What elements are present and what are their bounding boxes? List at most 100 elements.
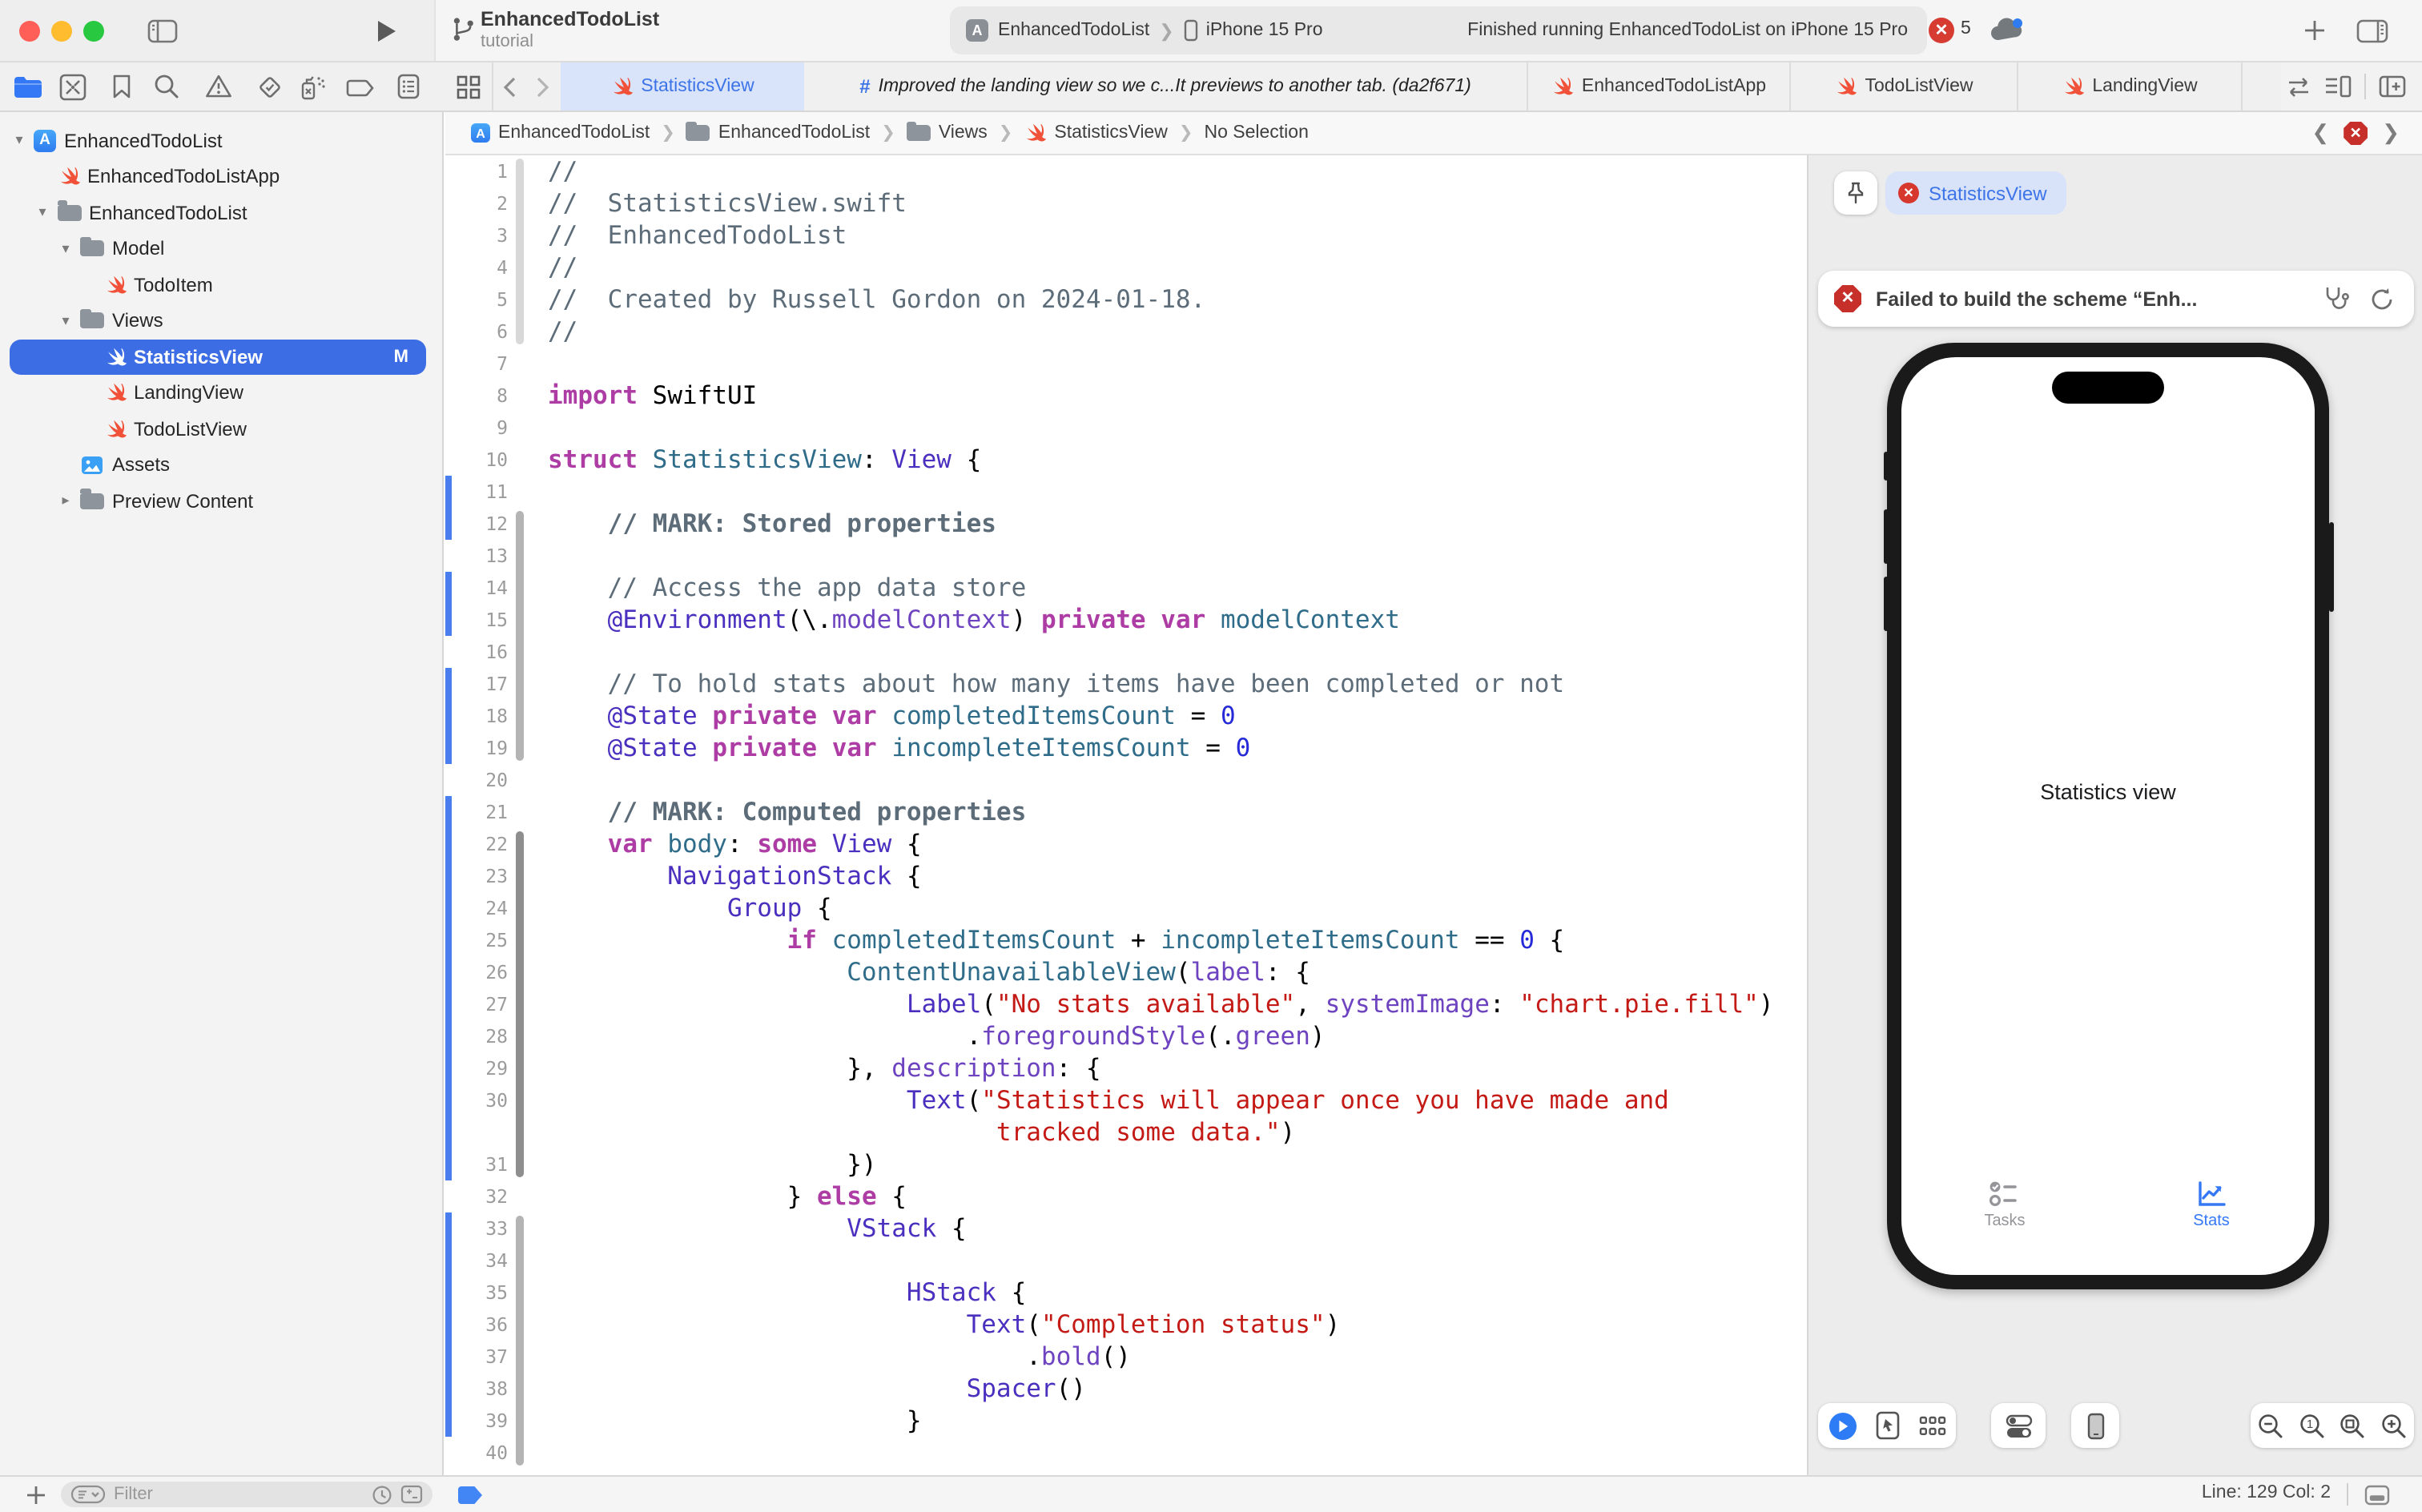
project-navigator-button[interactable] [8, 67, 46, 106]
cloud-sync-icon[interactable] [1990, 16, 2025, 43]
code-line-10[interactable]: 10struct StatisticsView: View { [445, 444, 1807, 476]
editor-options-icon[interactable] [2324, 75, 2352, 98]
phone-tab-stats[interactable]: Stats [2108, 1180, 2315, 1230]
code-line-34[interactable]: 34 [445, 1245, 1807, 1277]
code-line-3[interactable]: 3// EnhancedTodoList [445, 219, 1807, 251]
code-line-18[interactable]: 18 @State private var completedItemsCoun… [445, 700, 1807, 732]
issues-navigator-button[interactable] [199, 67, 237, 106]
code-line-39[interactable]: 39 } [445, 1405, 1807, 1437]
minimize-window-button[interactable] [51, 20, 72, 41]
debug-navigator-button[interactable] [293, 67, 332, 106]
code-line-22[interactable]: 22 var body: some View { [445, 828, 1807, 860]
code-line-9[interactable]: 9 [445, 412, 1807, 444]
tests-navigator-button[interactable] [250, 67, 288, 106]
sidebar-item-statisticsview[interactable]: StatisticsViewM [0, 339, 444, 375]
reports-navigator-button[interactable] [389, 67, 428, 106]
sidebar-item-enhancedtodolistapp[interactable]: EnhancedTodoListApp [0, 159, 444, 195]
sidebar-item-landingview[interactable]: LandingView [0, 375, 444, 411]
code-line-40[interactable]: 40 [445, 1437, 1807, 1469]
sidebar-item-todolistview[interactable]: TodoListView [0, 411, 444, 447]
code-line-30[interactable]: 30 Text("Statistics will appear once you… [445, 1084, 1807, 1116]
toggles-icon[interactable] [2005, 1412, 2032, 1439]
code-line-32[interactable]: 32 } else { [445, 1180, 1807, 1212]
sidebar-item-enhancedtodolist[interactable]: ▾AEnhancedTodoList [0, 123, 444, 159]
build-error-banner[interactable]: ✕ Failed to build the scheme “Enh... [1818, 271, 2414, 327]
code-line-19[interactable]: 19 @State private var incompleteItemsCou… [445, 732, 1807, 764]
code-line-20[interactable]: 20 [445, 764, 1807, 796]
code-line-31[interactable]: 31 }) [445, 1148, 1807, 1180]
recent-files-icon[interactable] [372, 1484, 392, 1505]
code-line-24[interactable]: 24 Group { [445, 892, 1807, 924]
chevron-down-icon[interactable]: ▾ [58, 240, 74, 258]
tab-commit[interactable]: # Improved the landing view so we c...It… [804, 62, 1528, 111]
code-line-29[interactable]: 29 }, description: { [445, 1052, 1807, 1084]
code-line-28[interactable]: 28 .foregroundStyle(.green) [445, 1020, 1807, 1052]
preview-tag[interactable]: ✕ StatisticsView [1885, 171, 2066, 215]
code-line-25[interactable]: 25 if completedItemsCount + incompleteIt… [445, 924, 1807, 956]
tab-enhancedtodolistapp[interactable]: EnhancedTodoListApp [1528, 62, 1791, 111]
code-line-7[interactable]: 7 [445, 348, 1807, 380]
sidebar-item-preview-content[interactable]: ▸Preview Content [0, 483, 444, 519]
new-tab-button[interactable] [2294, 11, 2336, 50]
tab-landingview[interactable]: LandingView [2018, 62, 2243, 111]
code-line-1[interactable]: 1// [445, 155, 1807, 187]
sidebar-item-enhancedtodolist[interactable]: ▾EnhancedTodoList [0, 195, 444, 231]
run-destination[interactable]: iPhone 15 Pro [1206, 21, 1323, 40]
code-line-wrap[interactable]: tracked some data.") [445, 1116, 1807, 1148]
tab-overview-button[interactable] [445, 62, 493, 111]
tab-todolistview[interactable]: TodoListView [1791, 62, 2018, 111]
variants-grid-button[interactable] [1919, 1415, 1946, 1436]
code-line-15[interactable]: 15 @Environment(\.modelContext) private … [445, 604, 1807, 636]
phone-tab-tasks[interactable]: Tasks [1901, 1180, 2108, 1230]
preview-screen[interactable]: Statistics view TasksStats [1901, 357, 2315, 1275]
code-line-14[interactable]: 14 // Access the app data store [445, 572, 1807, 604]
code-line-11[interactable]: 11 [445, 476, 1807, 508]
forward-button[interactable] [525, 62, 561, 111]
code-line-23[interactable]: 23 NavigationStack { [445, 860, 1807, 892]
toggle-left-sidebar-button[interactable] [141, 11, 183, 50]
sidebar-item-model[interactable]: ▾Model [0, 231, 444, 267]
phone-icon[interactable] [2086, 1412, 2104, 1439]
zoom-100-icon[interactable]: 1 [2299, 1412, 2326, 1439]
add-file-button[interactable] [26, 1485, 46, 1506]
swap-editors-icon[interactable] [2286, 76, 2311, 97]
refresh-icon[interactable] [2369, 286, 2395, 312]
code-line-36[interactable]: 36 Text("Completion status") [445, 1309, 1807, 1341]
pin-preview-button[interactable] [1834, 171, 1877, 215]
back-button[interactable] [493, 62, 525, 111]
chevron-down-icon[interactable]: ▾ [34, 204, 50, 222]
code-line-6[interactable]: 6// [445, 316, 1807, 348]
source-control-filter-icon[interactable] [400, 1485, 423, 1504]
chevron-right-icon[interactable]: ▸ [58, 493, 74, 510]
code-line-13[interactable]: 13 [445, 540, 1807, 572]
zoom-window-button[interactable] [83, 20, 104, 41]
code-line-38[interactable]: 38 Spacer() [445, 1373, 1807, 1405]
code-line-21[interactable]: 21 // MARK: Computed properties [445, 796, 1807, 828]
code-line-33[interactable]: 33 VStack { [445, 1212, 1807, 1245]
close-window-button[interactable] [19, 20, 40, 41]
scheme-name[interactable]: EnhancedTodoList [998, 21, 1149, 40]
changes-navigator-button[interactable] [53, 67, 91, 106]
code-line-26[interactable]: 26 ContentUnavailableView(label: { [445, 956, 1807, 988]
live-preview-button[interactable] [1828, 1410, 1858, 1441]
navigator-filter-field[interactable]: Filter [61, 1482, 432, 1507]
activity-status-bar[interactable]: A EnhancedTodoList ❯ iPhone 15 Pro Finis… [950, 6, 1927, 54]
code-line-35[interactable]: 35 HStack { [445, 1277, 1807, 1309]
tab-toc[interactable]: Toc [2243, 62, 2281, 111]
run-button[interactable] [365, 11, 407, 50]
breakpoints-toggle[interactable] [458, 1486, 482, 1504]
zoom-in-icon[interactable] [2380, 1412, 2408, 1439]
find-navigator-button[interactable] [147, 67, 186, 106]
zoom-out-icon[interactable] [2258, 1412, 2285, 1439]
code-line-5[interactable]: 5// Created by Russell Gordon on 2024-01… [445, 284, 1807, 316]
zoom-fit-icon[interactable] [2340, 1412, 2367, 1439]
chevron-down-icon[interactable]: ▾ [11, 132, 27, 150]
code-line-27[interactable]: 27 Label("No stats available", systemIma… [445, 988, 1807, 1020]
chevron-down-icon[interactable]: ▾ [58, 312, 74, 330]
toggle-right-sidebar-button[interactable] [2352, 11, 2393, 50]
sidebar-item-assets[interactable]: Assets [0, 447, 444, 483]
add-editor-icon[interactable] [2379, 75, 2406, 98]
code-line-4[interactable]: 4// [445, 251, 1807, 284]
source-editor[interactable]: 1//2// StatisticsView.swift3// EnhancedT… [445, 155, 1807, 1475]
bookmarks-navigator-button[interactable] [103, 67, 141, 106]
